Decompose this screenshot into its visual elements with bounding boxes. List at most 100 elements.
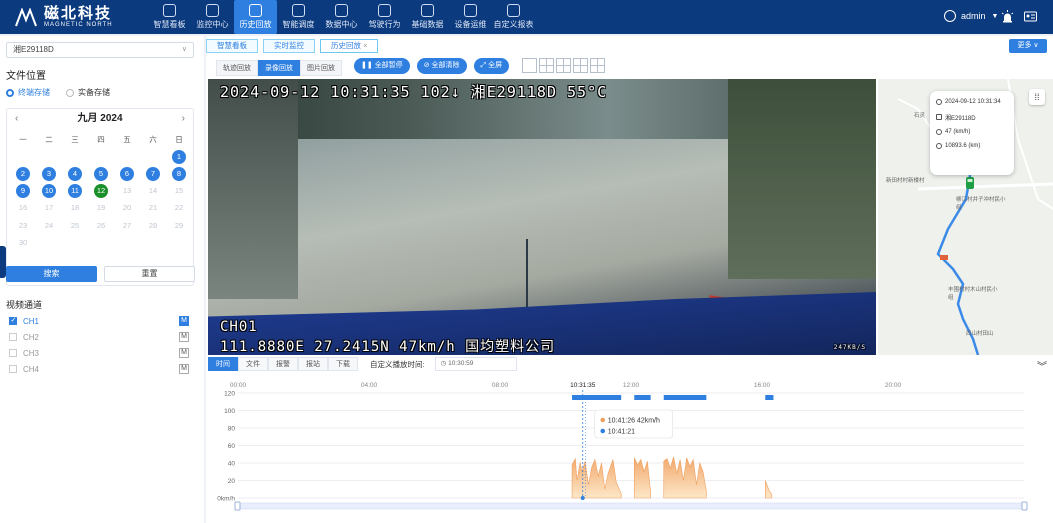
reset-button[interactable]: 重置 [104, 266, 195, 282]
channel-row[interactable]: CH2 M [9, 330, 191, 344]
calendar-day[interactable]: 24 [36, 217, 62, 234]
calendar-day[interactable]: 16 [10, 200, 36, 217]
calendar-day[interactable]: 4 [62, 165, 88, 182]
prev-month-icon[interactable]: ‹ [15, 109, 18, 129]
timeline-tab-2[interactable]: 报警 [268, 357, 298, 371]
calendar-grid: 一二三四五六日 1 2 3 4 5 6 7 8 9 10 11 12 13 14 15 16 17 18 19 20 21… [10, 131, 192, 251]
nav-item-6[interactable]: 基础数据 [406, 0, 449, 34]
track-map[interactable]: 石灵 新田村村新楼村 柳江村井子冲村民小组 丰围村村木山村民小组 西山村田山 2… [878, 79, 1053, 355]
vehicle-plate-select[interactable]: 湘E29118D ∨ [6, 42, 194, 58]
storage-radio-label[interactable]: 实备存储 [78, 87, 110, 98]
calendar-day[interactable]: 12 [88, 183, 114, 200]
timeline-tab-1[interactable]: 文件 [238, 357, 268, 371]
x-tick-label: 12:00 [623, 382, 640, 389]
channel-checkbox[interactable] [9, 349, 17, 357]
storage-radio[interactable] [6, 88, 14, 97]
calendar-day[interactable]: 26 [88, 217, 114, 234]
storage-radio-label[interactable]: 终端存储 [18, 87, 50, 98]
channel-row[interactable]: CH1 M [9, 314, 191, 328]
nav-item-8[interactable]: 自定义报表 [492, 0, 535, 34]
control-button-0[interactable]: ❚❚ 全部暂停 [354, 58, 410, 74]
calendar-day[interactable]: 23 [10, 217, 36, 234]
page-tab-label: 智慧看板 [217, 41, 247, 50]
calendar-day[interactable]: 17 [36, 200, 62, 217]
calendar-day[interactable]: 11 [62, 183, 88, 200]
mode-tab-2[interactable]: 图片回放 [300, 60, 342, 76]
nav-item-1[interactable]: 监控中心 [191, 0, 234, 34]
storage-radio[interactable] [66, 88, 74, 97]
cursor-dot [580, 496, 585, 500]
calendar-day[interactable]: 7 [140, 165, 166, 182]
speed-timeline-chart[interactable]: 0km/h 20 40 60 80 100 120 00:00 04:00 08:00 12:00 1… [206, 376, 1053, 523]
calendar-day[interactable]: 10 [36, 183, 62, 200]
channel-m-toggle[interactable]: M [179, 364, 189, 374]
user-menu[interactable]: admin ▼ [944, 10, 998, 22]
calendar-day[interactable]: 13 [114, 183, 140, 200]
channel-row[interactable]: CH4 M [9, 362, 191, 376]
nav-item-5[interactable]: 驾驶行为 [363, 0, 406, 34]
control-button-1[interactable]: ⊘ 全部清除 [416, 58, 467, 74]
timeline-tabs: 时间 文件 报警 报站 下载 自定义播放时间: ◷ 10:30:59 [208, 357, 517, 371]
calendar-day[interactable]: 29 [166, 217, 192, 234]
search-button[interactable]: 搜索 [6, 266, 97, 282]
close-icon[interactable]: × [363, 41, 367, 50]
more-label: 更多 [1017, 42, 1032, 49]
channel-row[interactable]: CH3 M [9, 346, 191, 360]
page-tab-1[interactable]: 实时监控 [263, 39, 315, 53]
layout-8-icon[interactable] [573, 58, 588, 73]
calendar-day[interactable]: 18 [62, 200, 88, 217]
mode-tab-1[interactable]: 录像回放 [258, 60, 300, 76]
layout-9-icon[interactable] [590, 58, 605, 73]
calendar-day[interactable]: 21 [140, 200, 166, 217]
collapse-left-panel-handle[interactable] [0, 246, 6, 278]
calendar-day[interactable]: 27 [114, 217, 140, 234]
calendar-day[interactable]: 28 [140, 217, 166, 234]
calendar-day[interactable]: 3 [36, 165, 62, 182]
calendar-day[interactable]: 14 [140, 183, 166, 200]
control-button-2[interactable]: ⤢ 全屏 [473, 58, 510, 74]
custom-time-input[interactable]: ◷ 10:30:59 [434, 357, 517, 371]
calendar-day[interactable]: 1 [166, 148, 192, 165]
calendar-day[interactable]: 30 [10, 234, 36, 251]
id-card-icon[interactable] [1024, 10, 1037, 23]
calendar-day[interactable]: 6 [114, 165, 140, 182]
collapse-timeline-icon[interactable]: ︾ [1037, 358, 1047, 373]
nav-item-3[interactable]: 智能调度 [277, 0, 320, 34]
calendar-day[interactable]: 5 [88, 165, 114, 182]
video-player[interactable]: 2024-09-12 10:31:35 102↓ 湘E29118D 55°C C… [208, 79, 876, 355]
calendar-day[interactable]: 2 [10, 165, 36, 182]
nav-item-4[interactable]: 数据中心 [320, 0, 363, 34]
more-button[interactable]: 更多 ∨ [1009, 39, 1047, 53]
nav-item-0[interactable]: 智慧看板 [148, 0, 191, 34]
channel-m-toggle[interactable]: M [179, 348, 189, 358]
page-tab-2[interactable]: 历史回放 × [320, 39, 379, 53]
calendar-day-number: 19 [96, 203, 106, 213]
nav-item-2[interactable]: 历史回放 [234, 0, 277, 34]
calendar-day[interactable]: 19 [88, 200, 114, 217]
page-tab-0[interactable]: 智慧看板 [206, 39, 258, 53]
calendar-day[interactable]: 15 [166, 183, 192, 200]
nav-item-7[interactable]: 设备运维 [449, 0, 492, 34]
calendar-day[interactable]: 25 [62, 217, 88, 234]
vehicle-marker-icon[interactable] [965, 176, 975, 190]
calendar-day[interactable]: 20 [114, 200, 140, 217]
channel-checkbox[interactable] [9, 365, 17, 373]
timeline-tab-3[interactable]: 报站 [298, 357, 328, 371]
mode-tab-0[interactable]: 轨迹回放 [216, 60, 258, 76]
alarm-light-icon[interactable] [1001, 10, 1014, 23]
layout-4-icon[interactable] [539, 58, 554, 73]
timeline-tab-4[interactable]: 下载 [328, 357, 358, 371]
timeline-tab-0[interactable]: 时间 [208, 357, 238, 371]
channel-checkbox[interactable] [9, 333, 17, 341]
channel-m-toggle[interactable]: M [179, 332, 189, 342]
map-expand-icon[interactable]: ⁞⁞ [1029, 89, 1045, 105]
next-month-icon[interactable]: › [182, 109, 185, 129]
map-label: 新田村村新楼村 [886, 178, 925, 184]
channel-checkbox[interactable] [9, 316, 17, 325]
layout-1-icon[interactable] [522, 58, 537, 73]
calendar-day[interactable]: 8 [166, 165, 192, 182]
layout-6-icon[interactable] [556, 58, 571, 73]
channel-m-toggle[interactable]: M [179, 316, 189, 326]
calendar-day[interactable]: 22 [166, 200, 192, 217]
calendar-day[interactable]: 9 [10, 183, 36, 200]
